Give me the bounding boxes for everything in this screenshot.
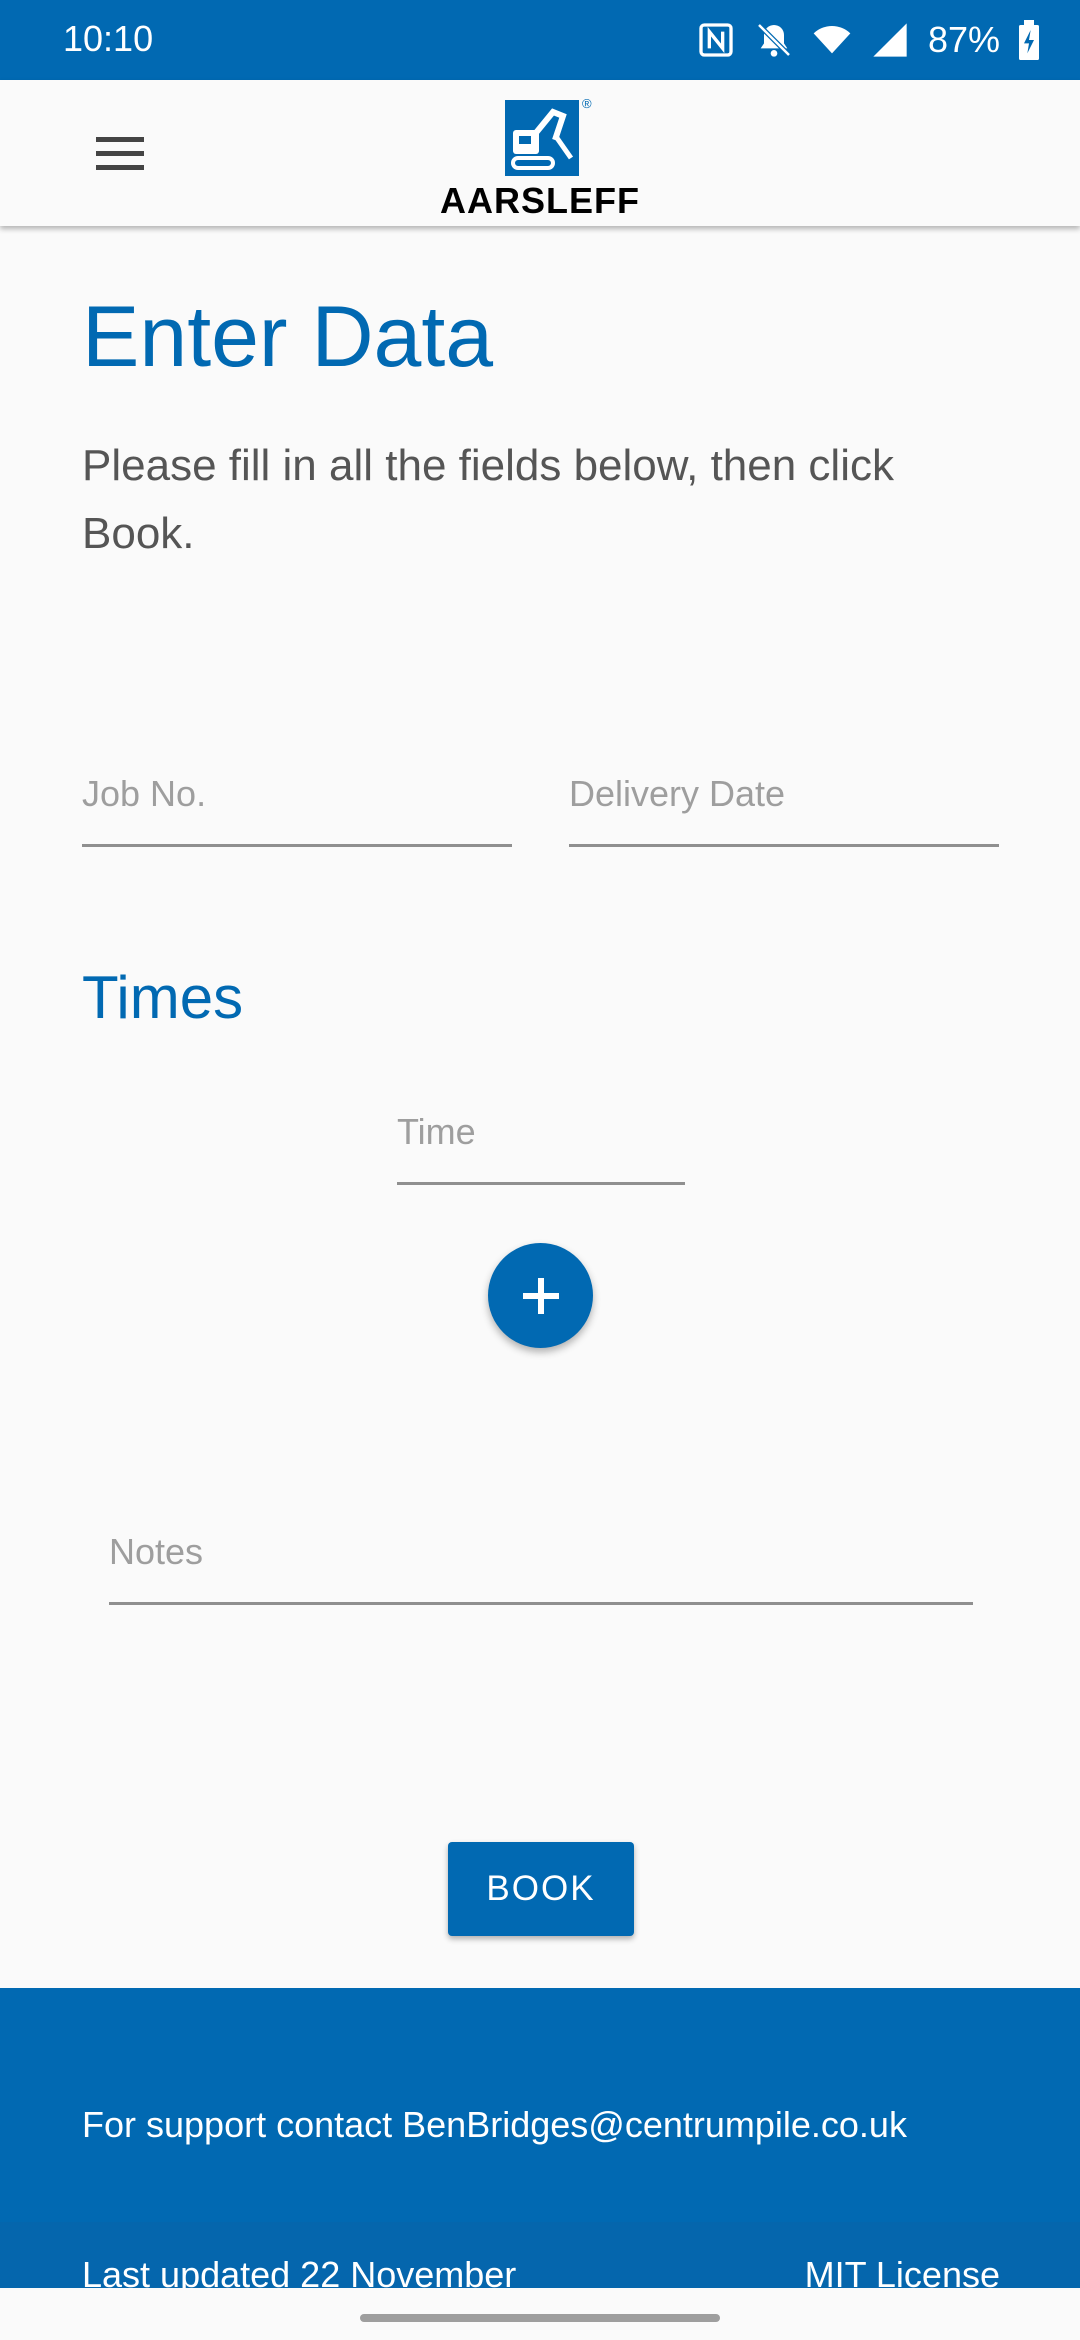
- add-time-button[interactable]: [488, 1243, 593, 1348]
- signal-icon: [873, 23, 907, 57]
- book-button[interactable]: BOOK: [448, 1842, 634, 1936]
- footer-bottom-bar: Last updated 22 November MIT License: [0, 2222, 1080, 2295]
- status-time: 10:10: [63, 18, 154, 59]
- notes-input[interactable]: [109, 1522, 973, 1582]
- times-heading: Times: [82, 964, 244, 1031]
- page-title: Enter Data: [82, 289, 494, 385]
- time-input[interactable]: [397, 1102, 685, 1162]
- hamburger-menu-icon[interactable]: [96, 123, 156, 183]
- battery-percent: 87%: [927, 19, 1000, 60]
- job-no-field: [82, 764, 512, 847]
- home-handle[interactable]: [360, 2314, 720, 2322]
- status-bar: 10:10 87%: [0, 0, 1080, 80]
- wifi-icon: [813, 26, 851, 54]
- battery-charging-icon: [1019, 20, 1039, 60]
- bell-off-icon: [757, 23, 791, 57]
- status-icons: 87%: [696, 16, 1040, 64]
- app-bar: ® AARSLEFF: [0, 80, 1080, 226]
- time-field: [397, 1102, 685, 1185]
- gesture-nav-bar: [0, 2288, 1080, 2340]
- support-text: For support contact BenBridges@centrumpi…: [82, 2104, 907, 2145]
- footer: For support contact BenBridges@centrumpi…: [0, 1988, 1080, 2295]
- nfc-icon: [699, 23, 733, 57]
- delivery-date-field: [569, 764, 999, 847]
- notes-field: [109, 1522, 973, 1605]
- plus-icon: [522, 1277, 559, 1314]
- aarsleff-logo: ® AARSLEFF: [430, 96, 650, 221]
- registered-mark: ®: [582, 96, 592, 111]
- logo-text: AARSLEFF: [440, 180, 640, 221]
- job-no-input[interactable]: [82, 764, 512, 824]
- logo-mark-icon: [505, 100, 579, 176]
- delivery-date-input[interactable]: [569, 764, 999, 824]
- intro-text: Please fill in all the fields below, the…: [82, 441, 894, 558]
